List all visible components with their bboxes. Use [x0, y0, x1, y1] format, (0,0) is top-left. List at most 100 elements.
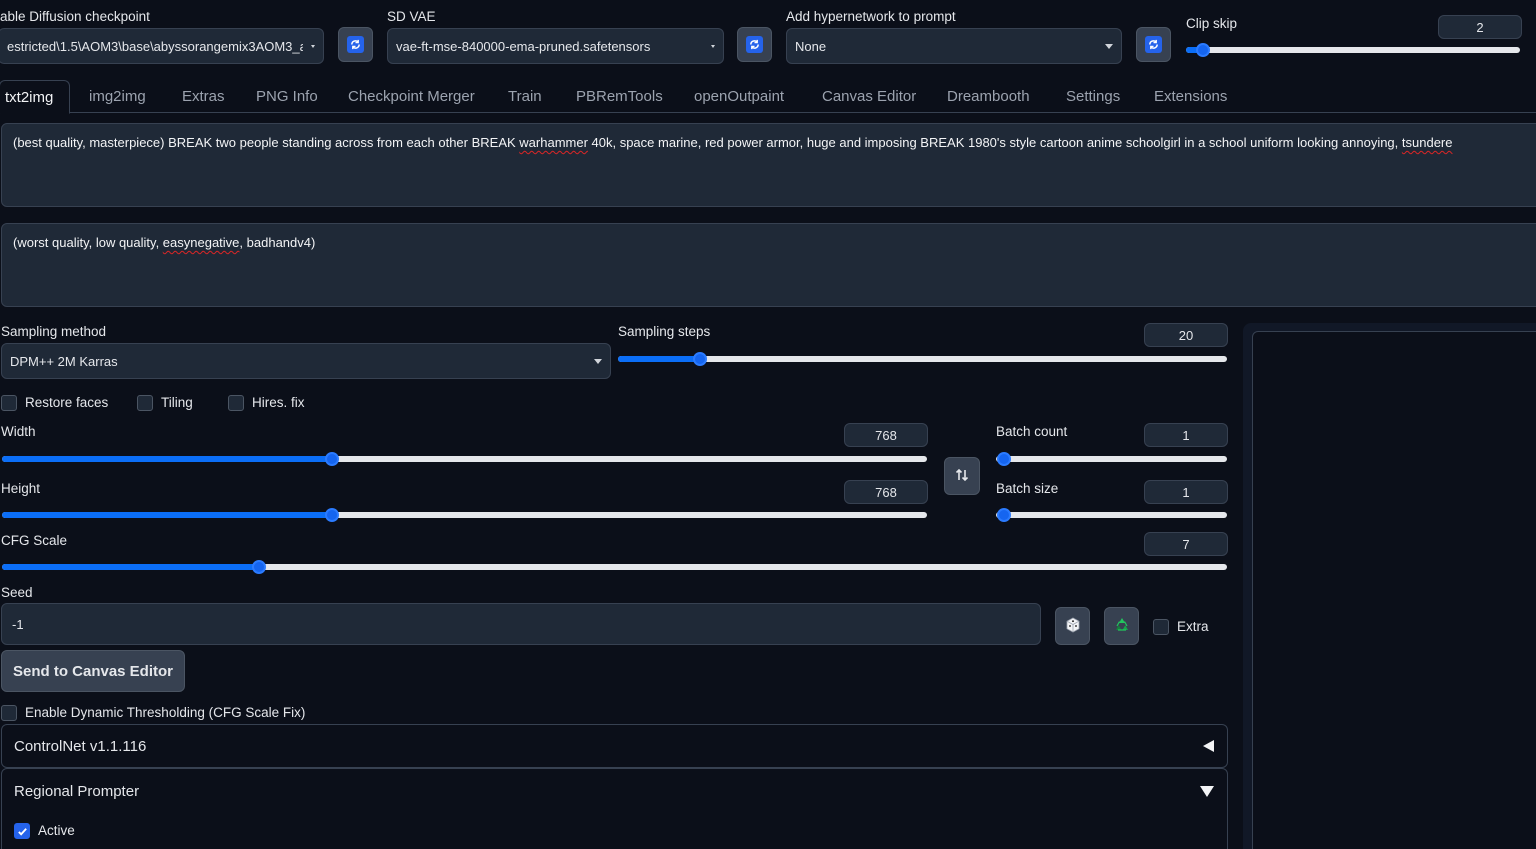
send-to-canvas-editor-button[interactable]: Send to Canvas Editor: [1, 650, 185, 692]
expand-arrow-icon[interactable]: [1200, 786, 1214, 797]
prompt-text: 40k, space marine, red power armor, huge…: [587, 135, 1402, 150]
hires-fix-label: Hires. fix: [252, 395, 305, 410]
regional-prompter-accordion[interactable]: Regional Prompter Active: [1, 768, 1228, 849]
sampling-method-dropdown[interactable]: DPM++ 2M Karras: [1, 343, 611, 379]
batch-size-input[interactable]: 1: [1144, 480, 1228, 504]
height-slider[interactable]: [2, 508, 927, 522]
tab-checkpoint-merger[interactable]: Checkpoint Merger: [348, 80, 475, 113]
active-checkbox[interactable]: [14, 823, 30, 839]
refresh-icon: [1145, 36, 1162, 53]
dice-icon: [1065, 617, 1081, 636]
tiling-checkbox[interactable]: [137, 395, 153, 411]
slider-fill: [618, 356, 701, 362]
collapse-arrow-icon[interactable]: [1203, 740, 1214, 752]
tab-img2img[interactable]: img2img: [89, 80, 146, 113]
output-panel: [1243, 323, 1536, 849]
slider-thumb[interactable]: [693, 352, 708, 366]
slider-thumb[interactable]: [325, 452, 340, 466]
tab-pbremtools[interactable]: PBRemTools: [576, 80, 663, 113]
cfg-scale-input[interactable]: 7: [1144, 532, 1228, 556]
controlnet-title: ControlNet v1.1.116: [14, 738, 147, 755]
negative-text: easynegative: [162, 235, 240, 250]
sampling-method-label: Sampling method: [1, 324, 107, 339]
vae-label: SD VAE: [387, 9, 436, 24]
seed-input[interactable]: -1: [1, 603, 1041, 645]
batch-count-input[interactable]: 1: [1144, 423, 1228, 447]
batch-count-slider[interactable]: [996, 452, 1227, 466]
clip-skip-label: Clip skip: [1186, 16, 1238, 31]
refresh-icon: [347, 36, 364, 53]
checkmark-icon: [17, 827, 27, 836]
width-label: Width: [1, 424, 36, 439]
checkpoint-value: estricted\1.5\AOM3\base\abyssorangemix3A…: [7, 38, 303, 54]
sampling-steps-label: Sampling steps: [618, 324, 711, 339]
sampling-steps-input[interactable]: 20: [1144, 323, 1228, 347]
tab-canvas-editor[interactable]: Canvas Editor: [822, 80, 916, 113]
slider-thumb[interactable]: [997, 452, 1011, 466]
swap-dimensions-button[interactable]: [944, 457, 980, 495]
restore-faces-label: Restore faces: [25, 395, 109, 410]
width-input[interactable]: 768: [844, 423, 928, 447]
tab-train[interactable]: Train: [508, 80, 542, 113]
dynamic-thresholding-checkbox[interactable]: [1, 705, 17, 721]
batch-size-slider[interactable]: [996, 508, 1227, 522]
extra-seed-label: Extra: [1177, 619, 1209, 634]
chevron-down-icon: [1105, 43, 1113, 49]
slider-thumb[interactable]: [1195, 43, 1210, 57]
tab-png-info[interactable]: PNG Info: [256, 80, 318, 113]
slider-fill: [2, 456, 333, 462]
slider-thumb[interactable]: [252, 560, 267, 574]
tab-extras[interactable]: Extras: [182, 80, 225, 113]
clip-skip-input[interactable]: 2: [1438, 15, 1522, 39]
cfg-scale-slider[interactable]: [2, 560, 1227, 574]
tab-txt2img[interactable]: txt2img: [0, 80, 71, 114]
regional-prompter-title: Regional Prompter: [14, 783, 140, 800]
vae-dropdown[interactable]: vae-ft-mse-840000-ema-pruned.safetensors: [387, 28, 724, 64]
controlnet-accordion[interactable]: ControlNet v1.1.116: [1, 724, 1228, 768]
tiling-label: Tiling: [161, 395, 193, 410]
tab-dreambooth[interactable]: Dreambooth: [947, 80, 1030, 113]
prompt-text: (best quality, masterpiece) BREAK two pe…: [13, 135, 520, 150]
hypernetwork-label: Add hypernetwork to prompt: [786, 9, 956, 24]
negative-text: (worst quality, low quality,: [13, 235, 163, 250]
negative-prompt-textarea[interactable]: (worst quality, low quality, easynegativ…: [1, 223, 1536, 307]
tab-extensions[interactable]: Extensions: [1154, 80, 1227, 113]
random-seed-button[interactable]: [1055, 607, 1090, 645]
slider-thumb[interactable]: [325, 508, 340, 522]
checkpoint-label: able Diffusion checkpoint: [0, 9, 150, 24]
sampling-steps-slider[interactable]: [618, 352, 1227, 366]
width-slider[interactable]: [2, 452, 927, 466]
active-label: Active: [38, 823, 75, 838]
slider-fill: [2, 512, 333, 518]
dynamic-thresholding-label: Enable Dynamic Thresholding (CFG Scale F…: [25, 705, 306, 720]
batch-count-label: Batch count: [996, 424, 1068, 439]
slider-fill: [2, 564, 260, 570]
chevron-down-icon: [311, 44, 315, 48]
swap-arrows-icon: [955, 468, 969, 485]
prompt-text: warhammer: [519, 135, 588, 150]
recycle-icon: [1113, 616, 1131, 637]
negative-text: , badhandv4): [239, 235, 316, 250]
seed-value: -1: [12, 616, 24, 632]
refresh-checkpoint-button[interactable]: [338, 27, 373, 62]
tab-openoutpaint[interactable]: openOutpaint: [694, 80, 784, 113]
hypernetwork-dropdown[interactable]: None: [786, 28, 1122, 64]
refresh-vae-button[interactable]: [737, 27, 772, 62]
prompt-textarea[interactable]: (best quality, masterpiece) BREAK two pe…: [1, 123, 1536, 207]
extra-seed-checkbox[interactable]: [1153, 619, 1169, 635]
tab-settings[interactable]: Settings: [1066, 80, 1120, 113]
clip-skip-slider[interactable]: [1186, 43, 1520, 57]
refresh-hypernetwork-button[interactable]: [1136, 27, 1171, 62]
reuse-seed-button[interactable]: [1104, 607, 1139, 645]
hypernetwork-value: None: [795, 38, 827, 54]
batch-size-label: Batch size: [996, 481, 1059, 496]
chevron-down-icon: [594, 358, 602, 364]
checkpoint-dropdown[interactable]: estricted\1.5\AOM3\base\abyssorangemix3A…: [0, 28, 324, 64]
slider-thumb[interactable]: [997, 508, 1011, 522]
hires-fix-checkbox[interactable]: [228, 395, 244, 411]
sampling-method-value: DPM++ 2M Karras: [10, 353, 118, 369]
chevron-down-icon: [711, 44, 715, 48]
cfg-scale-label: CFG Scale: [1, 533, 68, 548]
restore-faces-checkbox[interactable]: [1, 395, 17, 411]
height-input[interactable]: 768: [844, 480, 928, 504]
